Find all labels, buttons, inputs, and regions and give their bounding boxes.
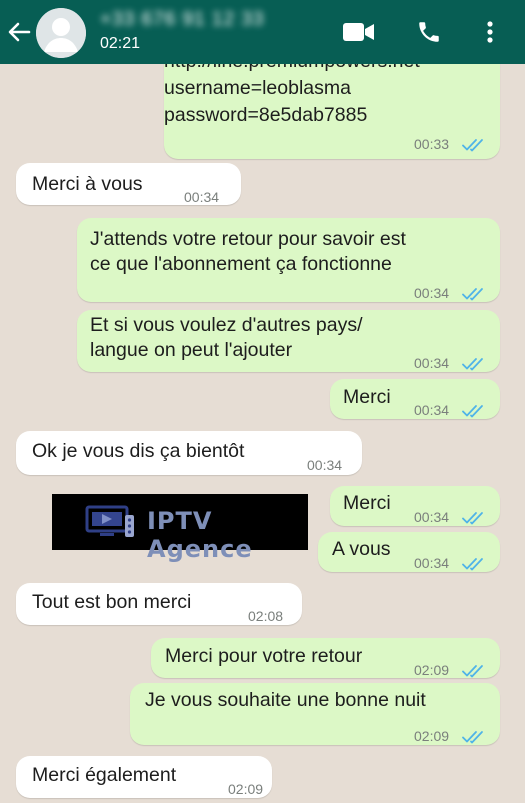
message-text: Merci à vous: [32, 173, 143, 195]
double-check-icon: [462, 282, 486, 301]
back-arrow-icon[interactable]: [6, 20, 32, 44]
iptv-agence-watermark: IPTV Agence: [52, 494, 308, 563]
message-text: Je vous souhaite une bonne nuit: [145, 689, 426, 711]
message-bubble-outgoing[interactable]: Et si vous voulez d'autres pays/ langue …: [77, 310, 500, 372]
message-time: 00:34: [414, 402, 450, 418]
message-time: 00:34: [414, 555, 450, 571]
more-vertical-icon[interactable]: [478, 18, 502, 46]
message-text: Merci également: [32, 764, 177, 786]
message-bubble-incoming[interactable]: Merci à vous 00:34: [16, 163, 241, 205]
video-camera-icon[interactable]: [343, 18, 375, 46]
message-bubble-outgoing[interactable]: A vous 00:34: [318, 532, 500, 572]
double-check-icon: [462, 552, 486, 571]
double-check-icon: [462, 659, 486, 678]
double-check-icon: [462, 725, 486, 744]
chat-header: +33 676 91 12 33 02:21: [0, 0, 525, 64]
double-check-icon: [462, 506, 486, 525]
tv-remote-icon: [85, 505, 134, 537]
double-check-icon: [462, 399, 486, 418]
message-time: 02:09: [414, 728, 450, 744]
last-seen-status: 02:21: [100, 35, 141, 52]
message-text: A vous: [332, 538, 391, 560]
message-bubble-outgoing[interactable]: Merci 00:34: [330, 379, 500, 419]
message-bubble-incoming[interactable]: Merci également 02:09: [16, 756, 272, 798]
message-text: Merci pour votre retour: [165, 645, 363, 667]
message-time: 02:09: [228, 781, 264, 797]
message-time: 00:34: [307, 457, 343, 473]
message-text: Et si vous voulez d'autres pays/: [90, 314, 363, 336]
message-bubble-incoming[interactable]: Ok je vous dis ça bientôt 00:34: [16, 431, 362, 475]
message-text: Merci: [343, 386, 391, 408]
message-text: Ok je vous dis ça bientôt: [32, 440, 245, 462]
double-check-icon: [462, 133, 486, 152]
message-bubble-outgoing[interactable]: Merci pour votre retour 02:09: [151, 638, 500, 678]
message-text: J'attends votre retour pour savoir est: [90, 228, 406, 250]
message-time: 00:34: [414, 509, 450, 525]
message-bubble-outgoing[interactable]: http://line.premiumpowers.net username=l…: [164, 64, 500, 159]
message-text: ce que l'abonnement ça fonctionne: [90, 253, 392, 275]
message-bubble-incoming[interactable]: Tout est bon merci 02:08: [16, 583, 302, 625]
message-bubble-outgoing[interactable]: Je vous souhaite une bonne nuit 02:09: [130, 683, 500, 745]
watermark-text: IPTV Agence: [147, 507, 253, 563]
message-text: http://line.premiumpowers.net: [164, 64, 420, 75]
message-time: 00:34: [184, 189, 220, 205]
message-text: Tout est bon merci: [32, 591, 192, 613]
avatar[interactable]: [36, 8, 86, 58]
message-time: 00:34: [414, 285, 450, 301]
message-list[interactable]: http://line.premiumpowers.net username=l…: [0, 64, 525, 803]
contact-name[interactable]: +33 676 91 12 33: [100, 9, 264, 31]
message-text: langue on peut l'ajouter: [90, 339, 293, 361]
message-text: username=leoblasma: [164, 77, 351, 99]
message-bubble-outgoing[interactable]: Merci 00:34: [330, 486, 500, 526]
message-bubble-outgoing[interactable]: J'attends votre retour pour savoir est c…: [77, 218, 500, 302]
phone-icon[interactable]: [414, 18, 444, 46]
message-time: 02:09: [414, 662, 450, 678]
message-text: Merci: [343, 492, 391, 514]
message-text: password=8e5dab7885: [164, 104, 368, 126]
message-time: 00:34: [414, 355, 450, 371]
double-check-icon: [462, 352, 486, 371]
message-time: 00:33: [414, 136, 450, 152]
message-time: 02:08: [248, 608, 284, 624]
